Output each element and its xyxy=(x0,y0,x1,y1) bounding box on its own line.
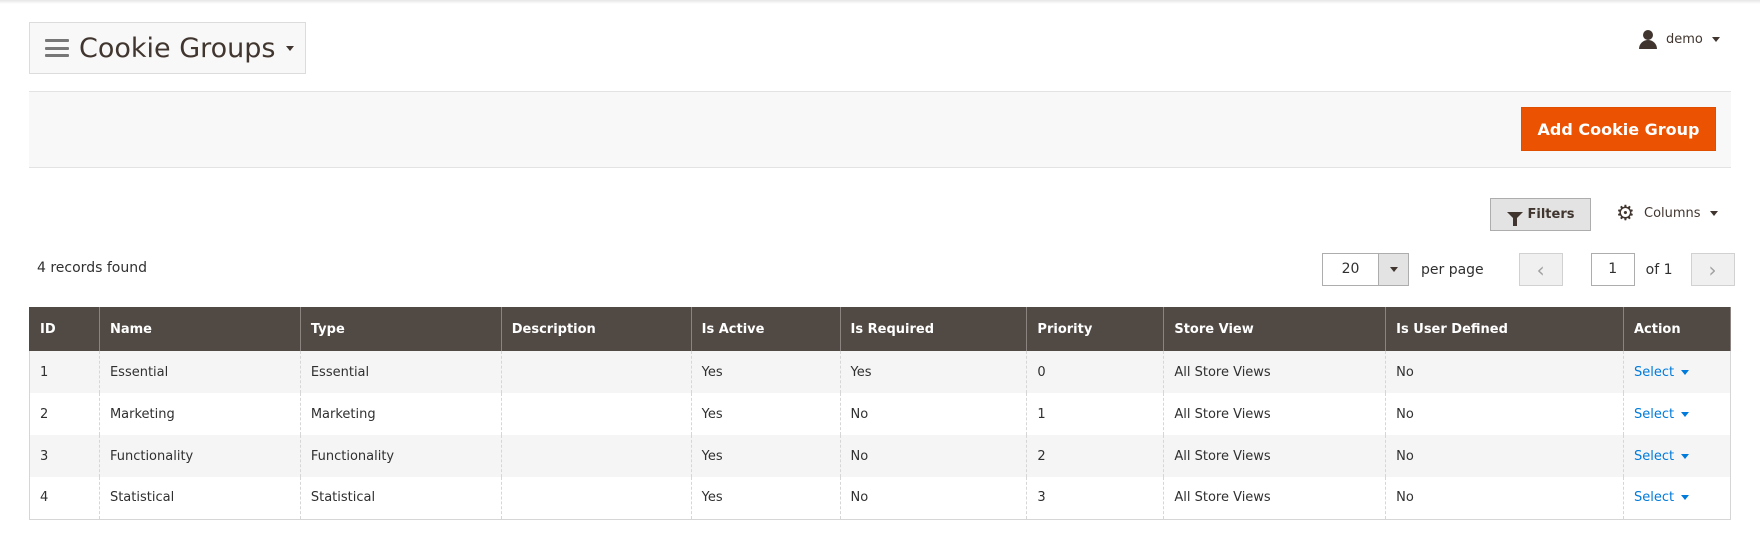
cell-action: Select xyxy=(1622,351,1732,393)
per-page-label: per page xyxy=(1421,261,1484,278)
caret-down-icon xyxy=(1711,37,1720,42)
add-cookie-group-button[interactable]: Add Cookie Group xyxy=(1521,107,1716,151)
column-header[interactable]: Type xyxy=(299,307,502,351)
cell-description xyxy=(500,393,692,435)
cell-name: Marketing xyxy=(98,393,301,435)
per-page-value: 20 xyxy=(1341,261,1360,277)
select-label: Select xyxy=(1633,364,1675,380)
cell-description xyxy=(500,477,692,520)
records-count: 4 records found xyxy=(37,260,147,276)
table-row[interactable]: 4 Statistical Statistical Yes No 3 All S… xyxy=(29,477,1732,520)
cell-is-required: No xyxy=(839,435,1028,477)
select-label: Select xyxy=(1633,448,1675,464)
caret-down-icon xyxy=(1681,495,1690,501)
cell-store-view: All Store Views xyxy=(1163,477,1387,520)
per-page-select[interactable]: 20 xyxy=(1322,253,1409,286)
filters-button[interactable]: Filters xyxy=(1490,198,1591,231)
column-header[interactable]: Is Required xyxy=(839,307,1028,351)
cell-id: 3 xyxy=(29,435,100,477)
cell-is-user-defined: No xyxy=(1385,351,1624,393)
hamburger-icon xyxy=(45,39,69,57)
cell-id: 2 xyxy=(29,393,100,435)
cell-type: Functionality xyxy=(299,435,502,477)
cell-name: Functionality xyxy=(98,435,301,477)
page-total: of 1 xyxy=(1645,261,1673,278)
cell-is-required: No xyxy=(839,393,1028,435)
column-header[interactable]: Store View xyxy=(1163,307,1387,351)
chevron-left-icon: ‹ xyxy=(1536,257,1545,282)
cell-priority: 3 xyxy=(1026,477,1165,520)
cell-is-user-defined: No xyxy=(1385,477,1624,520)
caret-down-icon xyxy=(1681,369,1690,375)
user-name: demo xyxy=(1666,32,1703,47)
columns-dropdown[interactable]: ⚙ Columns xyxy=(1616,201,1718,225)
column-header[interactable]: Is Active xyxy=(690,307,841,351)
chevron-right-icon: › xyxy=(1708,257,1717,282)
column-header[interactable]: ID xyxy=(29,307,100,351)
row-action-select[interactable]: Select xyxy=(1633,448,1690,464)
previous-page-button[interactable]: ‹ xyxy=(1518,253,1563,286)
cell-action: Select xyxy=(1622,477,1732,520)
column-header[interactable]: Is User Defined xyxy=(1385,307,1624,351)
table-row[interactable]: 2 Marketing Marketing Yes No 1 All Store… xyxy=(29,393,1732,435)
caret-down-icon xyxy=(1681,453,1690,459)
row-action-select[interactable]: Select xyxy=(1633,406,1690,422)
cell-type: Essential xyxy=(299,351,502,393)
column-header[interactable]: Description xyxy=(500,307,692,351)
cell-priority: 0 xyxy=(1026,351,1165,393)
next-page-button[interactable]: › xyxy=(1690,253,1735,286)
cell-is-active: Yes xyxy=(690,351,841,393)
gear-icon: ⚙ xyxy=(1616,201,1635,225)
cell-is-required: Yes xyxy=(839,351,1028,393)
top-shadow xyxy=(0,0,1760,4)
current-page-input[interactable]: 1 xyxy=(1590,253,1635,286)
filters-label: Filters xyxy=(1527,207,1575,222)
select-label: Select xyxy=(1633,490,1675,506)
cell-is-user-defined: No xyxy=(1385,393,1624,435)
cell-is-required: No xyxy=(839,477,1028,520)
caret-down-icon xyxy=(1681,411,1690,417)
cell-is-active: Yes xyxy=(690,393,841,435)
select-label: Select xyxy=(1633,406,1675,422)
columns-label: Columns xyxy=(1644,205,1701,221)
column-header: Action xyxy=(1622,307,1732,351)
caret-down-icon xyxy=(1389,267,1398,272)
cell-is-active: Yes xyxy=(690,477,841,520)
cell-store-view: All Store Views xyxy=(1163,435,1387,477)
caret-down-icon xyxy=(1709,210,1718,216)
per-page-toggle[interactable] xyxy=(1378,254,1408,285)
user-icon xyxy=(1638,30,1658,49)
table-row[interactable]: 1 Essential Essential Yes Yes 0 All Stor… xyxy=(29,351,1732,393)
cookie-groups-table: ID Name Type Description Is Active Is Re… xyxy=(29,307,1732,520)
table-row[interactable]: 3 Functionality Functionality Yes No 2 A… xyxy=(29,435,1732,477)
cell-name: Essential xyxy=(98,351,301,393)
caret-down-icon xyxy=(285,45,294,51)
pager: 20 per page ‹ 1 of 1 › xyxy=(1322,253,1735,286)
column-header[interactable]: Name xyxy=(98,307,301,351)
cell-id: 4 xyxy=(29,477,100,520)
table-header-row: ID Name Type Description Is Active Is Re… xyxy=(29,307,1732,351)
funnel-icon xyxy=(1506,211,1523,226)
cell-description xyxy=(500,351,692,393)
cell-type: Marketing xyxy=(299,393,502,435)
page-title-menu[interactable]: Cookie Groups xyxy=(29,22,306,74)
page-actions-bar: Add Cookie Group xyxy=(29,91,1731,168)
row-action-select[interactable]: Select xyxy=(1633,364,1690,380)
cell-priority: 1 xyxy=(1026,393,1165,435)
cell-priority: 2 xyxy=(1026,435,1165,477)
cell-store-view: All Store Views xyxy=(1163,351,1387,393)
cell-description xyxy=(500,435,692,477)
cell-store-view: All Store Views xyxy=(1163,393,1387,435)
cell-is-user-defined: No xyxy=(1385,435,1624,477)
user-menu[interactable]: demo xyxy=(1638,30,1720,49)
cell-is-active: Yes xyxy=(690,435,841,477)
cell-id: 1 xyxy=(29,351,100,393)
page-title: Cookie Groups xyxy=(79,32,276,64)
cell-action: Select xyxy=(1622,393,1732,435)
cell-name: Statistical xyxy=(98,477,301,520)
cell-type: Statistical xyxy=(299,477,502,520)
column-header[interactable]: Priority xyxy=(1026,307,1165,351)
cell-action: Select xyxy=(1622,435,1732,477)
row-action-select[interactable]: Select xyxy=(1633,490,1690,506)
